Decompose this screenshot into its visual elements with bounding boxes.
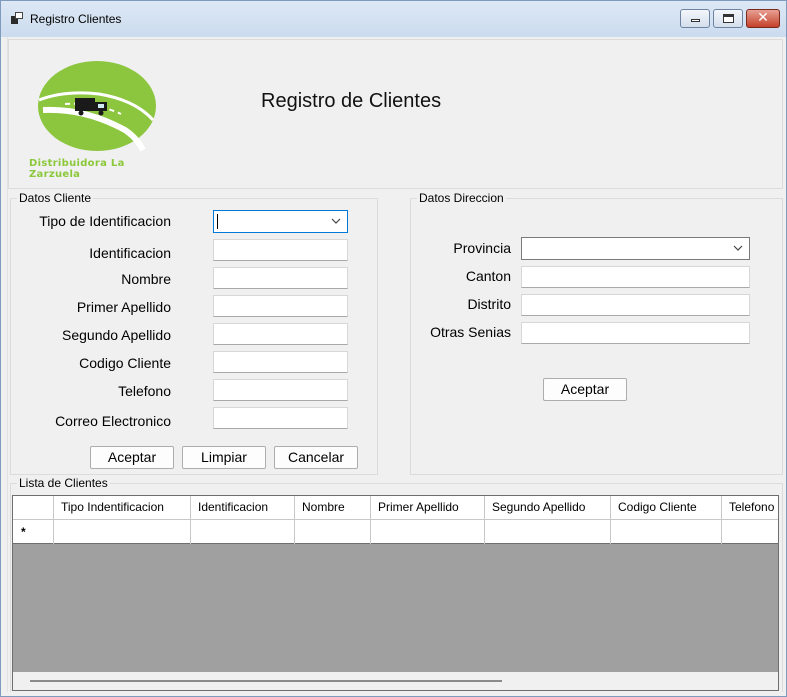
text-caret	[217, 214, 218, 229]
registro-clientes-window: Registro Clientes ✕ Distribuidora La Zar…	[0, 0, 787, 697]
form-client-area: Distribuidora La Zarzuela Registro de Cl…	[7, 37, 783, 692]
segundo-apellido-input[interactable]	[213, 323, 348, 345]
segundo-apellido-label: Segundo Apellido	[62, 327, 171, 343]
column-header-segundo-apellido[interactable]: Segundo Apellido	[485, 496, 611, 520]
telefono-label: Telefono	[118, 383, 171, 399]
window-title: Registro Clientes	[30, 12, 122, 26]
close-button[interactable]: ✕	[746, 9, 780, 28]
correo-electronico-label: Correo Electronico	[55, 413, 171, 429]
company-logo: Distribuidora La Zarzuela	[25, 60, 170, 180]
primer-apellido-input[interactable]	[213, 295, 348, 317]
header-panel: Distribuidora La Zarzuela Registro de Cl…	[8, 39, 783, 189]
otras-senias-input[interactable]	[521, 322, 750, 344]
table-cell[interactable]	[485, 520, 611, 544]
close-icon: ✕	[757, 10, 769, 26]
scrollbar-thumb[interactable]	[30, 680, 502, 682]
limpiar-button[interactable]: Limpiar	[182, 446, 266, 469]
maximize-icon	[723, 14, 734, 23]
datos-cliente-group: Datos Cliente Tipo de Identificacion Ide…	[10, 191, 378, 475]
tipo-identificacion-combobox[interactable]	[213, 210, 348, 233]
clientes-data-grid[interactable]: Tipo Indentificacion Identificacion Nomb…	[12, 495, 779, 691]
column-header-codigo-cliente[interactable]: Codigo Cliente	[611, 496, 722, 520]
otras-senias-label: Otras Senias	[430, 324, 511, 340]
nombre-label: Nombre	[121, 271, 171, 287]
table-cell[interactable]	[191, 520, 295, 544]
aceptar-cliente-button[interactable]: Aceptar	[90, 446, 174, 469]
aceptar-direccion-button[interactable]: Aceptar	[543, 378, 627, 401]
telefono-input[interactable]	[213, 379, 348, 401]
identificacion-input[interactable]	[213, 239, 348, 261]
app-icon	[11, 12, 23, 24]
logo-emblem-icon	[38, 61, 156, 152]
row-header-corner[interactable]	[13, 496, 54, 520]
lista-clientes-legend: Lista de Clientes	[17, 476, 110, 490]
new-row[interactable]: *	[13, 520, 778, 544]
minimize-button[interactable]	[680, 9, 710, 28]
datos-cliente-legend: Datos Cliente	[17, 191, 94, 205]
datos-direccion-legend: Datos Direccion	[417, 191, 506, 205]
correo-electronico-input[interactable]	[213, 407, 348, 429]
table-cell[interactable]	[54, 520, 191, 544]
row-header-cell[interactable]: *	[13, 520, 54, 544]
canton-input[interactable]	[521, 266, 750, 288]
tipo-identificacion-label: Tipo de Identificacion	[39, 213, 171, 229]
table-cell[interactable]	[611, 520, 722, 544]
chevron-down-icon	[733, 245, 743, 251]
title-bar[interactable]: Registro Clientes ✕	[1, 1, 786, 37]
grid-header-row: Tipo Indentificacion Identificacion Nomb…	[13, 496, 778, 520]
minimize-icon	[691, 19, 700, 22]
new-row-asterisk-icon: *	[21, 525, 26, 539]
chevron-down-icon	[331, 218, 341, 224]
cancelar-button[interactable]: Cancelar	[274, 446, 358, 469]
provincia-combobox[interactable]	[521, 237, 750, 260]
datos-direccion-group: Datos Direccion Provincia Canton Distrit…	[410, 191, 783, 475]
primer-apellido-label: Primer Apellido	[76, 299, 171, 315]
table-cell[interactable]	[722, 520, 778, 544]
column-header-tipo-identificacion[interactable]: Tipo Indentificacion	[54, 496, 191, 520]
canton-label: Canton	[465, 268, 511, 284]
distrito-label: Distrito	[467, 296, 511, 312]
horizontal-scrollbar[interactable]	[13, 672, 778, 690]
codigo-cliente-label: Codigo Cliente	[79, 355, 171, 371]
identificacion-label: Identificacion	[89, 245, 171, 261]
column-header-telefono[interactable]: Telefono	[722, 496, 778, 520]
table-cell[interactable]	[295, 520, 371, 544]
table-cell[interactable]	[371, 520, 485, 544]
column-header-primer-apellido[interactable]: Primer Apellido	[371, 496, 485, 520]
provincia-label: Provincia	[453, 240, 511, 256]
nombre-input[interactable]	[213, 267, 348, 289]
codigo-cliente-input[interactable]	[213, 351, 348, 373]
distrito-input[interactable]	[521, 294, 750, 316]
column-header-nombre[interactable]: Nombre	[295, 496, 371, 520]
logo-text: Distribuidora La Zarzuela	[29, 158, 125, 180]
maximize-button[interactable]	[713, 9, 743, 28]
page-title: Registro de Clientes	[261, 90, 442, 112]
column-header-identificacion[interactable]: Identificacion	[191, 496, 295, 520]
